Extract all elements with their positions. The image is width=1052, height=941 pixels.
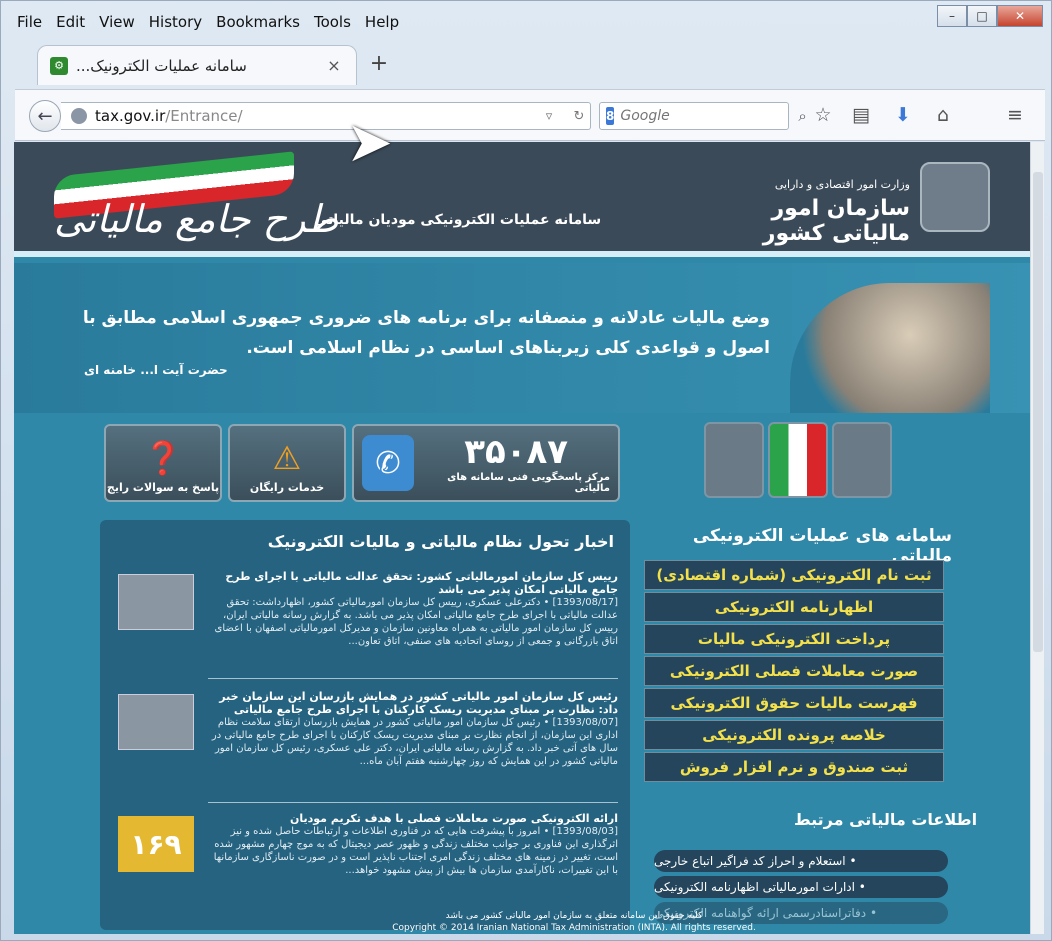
- news-item[interactable]: رییس کل سازمان امورمالیاتی کشور: تحقق عد…: [118, 570, 618, 648]
- service-link[interactable]: صورت معاملات فصلی الکترونیکی: [644, 656, 944, 686]
- tab-close-icon[interactable]: ×: [324, 56, 344, 75]
- footer-copyright: Copyright © 2014 Iranian National Tax Ad…: [392, 923, 756, 933]
- service-link[interactable]: خلاصه پرونده الکترونیکی: [644, 720, 944, 750]
- search-input[interactable]: [620, 108, 793, 124]
- service-link[interactable]: ثبت صندوق و نرم افزار فروش: [644, 752, 944, 782]
- menu-icon[interactable]: ≡: [1001, 104, 1029, 126]
- menu-tools[interactable]: Tools: [314, 13, 351, 31]
- news-headline[interactable]: رئیس کل سازمان امور مالیاتی کشور در همای…: [208, 690, 618, 716]
- reading-list-icon[interactable]: ▤: [847, 104, 875, 126]
- news-headline[interactable]: رییس کل سازمان امورمالیاتی کشور: تحقق عد…: [208, 570, 618, 596]
- tab-title: سامانه عملیات الکترونیک...: [76, 56, 247, 75]
- download-icon[interactable]: ⬇: [889, 104, 917, 126]
- related-title: اطلاعات مالیاتی مرتبط: [794, 810, 978, 829]
- services-panel: سامانه های عملیات الکترونیکی مالیاتی ثبت…: [644, 520, 952, 800]
- search-engine-icon[interactable]: 8: [606, 107, 615, 125]
- menu-view[interactable]: View: [99, 13, 135, 31]
- leader-photo[interactable]: [832, 422, 892, 498]
- support-phone-tile[interactable]: ۳۵۰۸۷ مرکز پاسخگویی فنی سامانه های مالیا…: [352, 424, 620, 502]
- bookmark-star-icon[interactable]: ☆: [809, 104, 837, 126]
- menu-bar: File Edit View History Bookmarks Tools H…: [17, 9, 399, 35]
- faq-tile[interactable]: ❓ پاسخ به سوالات رایج: [104, 424, 222, 502]
- news-body: [1393/08/07] • رئیس کل سازمان امور مالیا…: [211, 717, 618, 767]
- quote-text: وضع مالیات عادلانه و منصفانه برای برنامه…: [82, 308, 770, 358]
- close-button[interactable]: ✕: [997, 5, 1043, 27]
- mouse-cursor-icon: ➤: [346, 110, 393, 175]
- service-link[interactable]: پرداخت الکترونیکی مالیات: [644, 624, 944, 654]
- service-link[interactable]: فهرست مالیات حقوق الکترونیکی: [644, 688, 944, 718]
- favicon-icon: ⚙: [50, 56, 68, 75]
- phone-icon: ✆: [362, 435, 415, 491]
- divider: [208, 802, 618, 803]
- org-brand[interactable]: وزارت امور اقتصادی و دارایی سازمان امور …: [710, 162, 990, 246]
- back-arrow-icon: ←: [37, 105, 53, 127]
- related-link[interactable]: • استعلام و احراز کد فراگیر اتباع خارجی: [654, 850, 948, 872]
- footer-rights: کلیه حقوق این سامانه متعلق به سازمان امو…: [445, 911, 703, 921]
- related-link[interactable]: • ادارات امورمالیاتی اظهارنامه الکترونیک…: [654, 876, 948, 898]
- phone-number: ۳۵۰۸۷: [464, 432, 568, 472]
- menu-help[interactable]: Help: [365, 13, 399, 31]
- menu-history[interactable]: History: [149, 13, 202, 31]
- divider: [208, 678, 618, 679]
- warning-icon: ⚠: [272, 439, 302, 477]
- news-thumbnail[interactable]: [118, 694, 194, 750]
- faq-label: پاسخ به سوالات رایج: [106, 481, 220, 494]
- help-icon: ❓: [143, 439, 183, 477]
- phone-text: ۳۵۰۸۷ مرکز پاسخگویی فنی سامانه های مالیا…: [422, 432, 610, 494]
- leader-images: [704, 422, 892, 498]
- search-icon[interactable]: ⌕: [798, 107, 806, 125]
- org-name: سازمان امور مالیاتی کشور: [762, 196, 910, 246]
- search-box[interactable]: 8 ⌕: [599, 102, 807, 130]
- president-photo[interactable]: [704, 422, 764, 498]
- news-body: [1393/08/03] • امروز با پیشرفت هایی که د…: [213, 826, 618, 876]
- back-button[interactable]: ←: [29, 100, 61, 132]
- system-name: سامانه عملیات الکترونیکی مودیان مالیاتی: [314, 212, 602, 228]
- leader-portrait: [790, 283, 990, 413]
- quote-banner: وضع مالیات عادلانه و منصفانه برای برنامه…: [14, 263, 1030, 413]
- news-item[interactable]: رئیس کل سازمان امور مالیاتی کشور در همای…: [118, 690, 618, 768]
- globe-icon: [71, 108, 87, 124]
- maximize-button[interactable]: □: [967, 5, 997, 27]
- phone-caption: مرکز پاسخگویی فنی سامانه های مالیاتی: [447, 472, 610, 494]
- url-text[interactable]: tax.gov.ir/Entrance/: [95, 107, 530, 125]
- web-page: طرح جامع مالیاتی سامانه عملیات الکترونیک…: [14, 142, 1030, 934]
- news-badge[interactable]: ۱۶۹: [118, 816, 194, 872]
- url-path: /Entrance/: [165, 107, 243, 125]
- menu-file[interactable]: File: [17, 13, 42, 31]
- quote-author: حضرت آیت ا... خامنه ای: [84, 363, 228, 377]
- emblem-icon: [920, 162, 990, 232]
- site-header: طرح جامع مالیاتی سامانه عملیات الکترونیک…: [14, 142, 1030, 257]
- ministry-name: وزارت امور اقتصادی و دارایی: [774, 178, 910, 191]
- home-icon[interactable]: ⌂: [929, 104, 957, 126]
- url-bar[interactable]: tax.gov.ir/Entrance/ ▿ ↻: [61, 102, 591, 130]
- menu-edit[interactable]: Edit: [56, 13, 85, 31]
- project-logo: طرح جامع مالیاتی: [54, 197, 339, 241]
- menu-bookmarks[interactable]: Bookmarks: [216, 13, 300, 31]
- news-headline[interactable]: ارائه الکترونیکی صورت معاملات فصلی با هد…: [208, 812, 618, 825]
- news-title: اخبار تحول نظام مالیاتی و مالیات الکترون…: [267, 532, 614, 551]
- window-controls: – □ ✕: [937, 5, 1043, 27]
- nav-bar: ← tax.gov.ir/Entrance/ ▿ ↻ 8 ⌕ ☆ ▤ ⬇ ⌂ ≡: [15, 89, 1045, 141]
- free-services-label: خدمات رایگان: [249, 481, 325, 494]
- news-panel: اخبار تحول نظام مالیاتی و مالیات الکترون…: [100, 520, 630, 930]
- service-link[interactable]: ثبت نام الکترونیکی (شماره اقتصادی): [644, 560, 944, 590]
- news-thumbnail[interactable]: [118, 574, 194, 630]
- news-body: [1393/08/17] • دکترعلی عسکری، رییس کل سا…: [214, 597, 618, 647]
- news-item[interactable]: ۱۶۹ ارائه الکترونیکی صورت معاملات فصلی ب…: [118, 812, 618, 877]
- iran-flag-image[interactable]: [768, 422, 828, 498]
- reload-icon[interactable]: ↻: [568, 109, 590, 124]
- url-domain: tax.gov.ir: [95, 107, 166, 125]
- page-footer: کلیه حقوق این سامانه متعلق به سازمان امو…: [354, 910, 794, 934]
- vertical-scrollbar[interactable]: [1030, 142, 1044, 934]
- dropdown-icon[interactable]: ▿: [538, 109, 560, 124]
- service-link[interactable]: اظهارنامه الکترونیکی: [644, 592, 944, 622]
- quick-tiles: ❓ پاسخ به سوالات رایج ⚠ خدمات رایگان ۳۵۰…: [104, 424, 620, 504]
- minimize-button[interactable]: –: [937, 5, 967, 27]
- tab-active[interactable]: ⚙ سامانه عملیات الکترونیک... ×: [37, 45, 357, 85]
- free-services-tile[interactable]: ⚠ خدمات رایگان: [228, 424, 346, 502]
- tab-strip: ⚙ سامانه عملیات الکترونیک... × +: [15, 41, 1043, 87]
- new-tab-button[interactable]: +: [365, 51, 393, 76]
- scrollbar-thumb[interactable]: [1033, 172, 1043, 652]
